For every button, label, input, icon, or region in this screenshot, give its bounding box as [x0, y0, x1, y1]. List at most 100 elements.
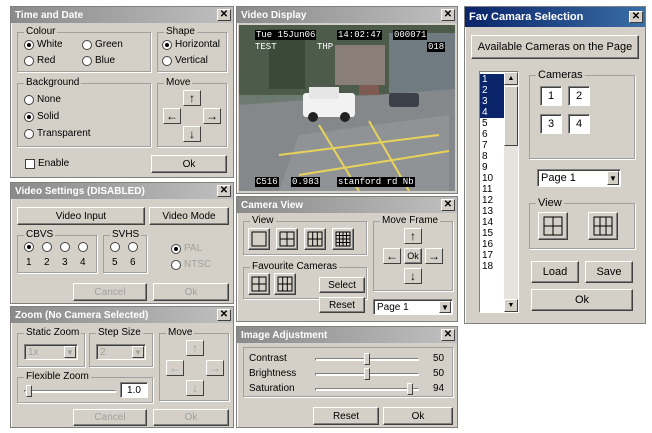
zoom-ok-button[interactable]: Ok: [153, 409, 229, 426]
zoom-up-icon[interactable]: ↑: [186, 340, 204, 356]
frame-up-icon[interactable]: ↑: [404, 228, 422, 244]
select-button[interactable]: Select: [319, 277, 365, 293]
flexible-zoom-thumb[interactable]: [26, 385, 32, 397]
available-cameras-button[interactable]: Available Cameras on the Page: [471, 35, 639, 59]
video-mode-button[interactable]: Video Mode: [149, 207, 229, 225]
image-ok-button[interactable]: Ok: [383, 407, 453, 425]
camera-slot-1[interactable]: 1: [540, 86, 562, 106]
fav-six-icon[interactable]: [274, 273, 296, 295]
scroll-down-icon[interactable]: ▼: [504, 299, 518, 312]
camera-list-item[interactable]: 9: [480, 162, 504, 173]
camera-list-item[interactable]: 14: [480, 217, 504, 228]
time-date-ok-button[interactable]: Ok: [151, 155, 227, 173]
load-button[interactable]: Load: [531, 261, 579, 283]
camera-list-item[interactable]: 11: [480, 184, 504, 195]
camera-list-item[interactable]: 10: [480, 173, 504, 184]
video-settings-ok-button[interactable]: Ok: [153, 283, 229, 301]
ntsc-radio[interactable]: NTSC: [171, 259, 211, 270]
fav-quad-icon[interactable]: [248, 273, 270, 295]
colour-red-radio[interactable]: Red: [24, 55, 55, 66]
enable-checkbox[interactable]: Enable: [25, 158, 69, 169]
camera-list-item[interactable]: 4: [480, 107, 504, 118]
scroll-up-icon[interactable]: ▲: [504, 72, 518, 85]
camera-list-item[interactable]: 17: [480, 250, 504, 261]
dropdown-arrow-icon[interactable]: ▼: [132, 346, 144, 358]
arrow-up-icon[interactable]: ↑: [183, 90, 201, 106]
arrow-down-icon[interactable]: ↓: [183, 126, 201, 142]
camera-view-page-dropdown[interactable]: Page 1 ▼: [373, 299, 453, 315]
background-solid-radio[interactable]: Solid: [24, 111, 59, 122]
frame-left-icon[interactable]: ←: [383, 248, 401, 264]
scroll-thumb[interactable]: [504, 86, 518, 146]
close-icon[interactable]: ✕: [441, 329, 455, 341]
shape-horizontal-radio[interactable]: Horizontal: [162, 39, 220, 50]
camera-list-item[interactable]: 7: [480, 140, 504, 151]
colour-blue-radio[interactable]: Blue: [82, 55, 115, 66]
camera-slot-3[interactable]: 3: [540, 114, 562, 134]
camera-list-item[interactable]: 18: [480, 261, 504, 272]
fav-camera-titlebar[interactable]: Fav Camara Selection ✕: [465, 7, 645, 27]
slider-thumb[interactable]: [364, 353, 370, 365]
colour-green-radio[interactable]: Green: [82, 39, 123, 50]
view-single-icon[interactable]: [248, 228, 270, 250]
camera-list-item[interactable]: 1: [480, 74, 504, 85]
zoom-right-icon[interactable]: →: [206, 360, 224, 376]
colour-white-radio[interactable]: White: [24, 39, 63, 50]
page-dropdown[interactable]: Page 1 ▼: [537, 169, 621, 187]
camera-list-item[interactable]: 6: [480, 129, 504, 140]
view-nine-icon[interactable]: [304, 228, 326, 250]
pal-radio[interactable]: PAL: [171, 243, 202, 254]
frame-right-icon[interactable]: →: [425, 248, 443, 264]
background-transparent-radio[interactable]: Transparent: [24, 128, 91, 139]
view-six-icon[interactable]: [588, 212, 618, 240]
slider-track[interactable]: [315, 388, 419, 391]
shape-vertical-radio[interactable]: Vertical: [162, 55, 208, 66]
camera-view-titlebar[interactable]: Camera View ✕: [237, 197, 457, 213]
camera-list-item[interactable]: 2: [480, 85, 504, 96]
dropdown-arrow-icon[interactable]: ▼: [439, 301, 451, 313]
time-date-titlebar[interactable]: Time and Date ✕: [11, 7, 233, 23]
slider-thumb[interactable]: [407, 383, 414, 395]
cbvs-2-radio[interactable]: [42, 242, 52, 252]
cbvs-3-radio[interactable]: [60, 242, 70, 252]
close-icon[interactable]: ✕: [629, 11, 643, 23]
camera-listbox[interactable]: 1 2 3 4 5 6 7 8 9 10 11 12 13 14 15 16 17 18 ▲ ▼: [479, 71, 519, 313]
reset-button[interactable]: Reset: [319, 297, 365, 313]
frame-down-icon[interactable]: ↓: [404, 268, 422, 284]
close-icon[interactable]: ✕: [217, 9, 231, 21]
svhs-5-radio[interactable]: [110, 242, 120, 252]
frame-ok-button[interactable]: Ok: [404, 248, 422, 264]
zoom-titlebar[interactable]: Zoom (No Camera Selected) ✕: [11, 307, 233, 323]
camera-slot-2[interactable]: 2: [568, 86, 590, 106]
close-icon[interactable]: ✕: [441, 9, 455, 21]
video-display-titlebar[interactable]: Video Display ✕: [237, 7, 457, 23]
flexible-zoom-track[interactable]: [24, 390, 116, 393]
list-scrollbar[interactable]: ▲ ▼: [504, 72, 518, 312]
cbvs-1-radio[interactable]: [24, 242, 34, 252]
image-adjustment-titlebar[interactable]: Image Adjustment ✕: [237, 327, 457, 343]
camera-list-item[interactable]: 8: [480, 151, 504, 162]
camera-slot-4[interactable]: 4: [568, 114, 590, 134]
camera-list-item[interactable]: 13: [480, 206, 504, 217]
camera-list-item[interactable]: 15: [480, 228, 504, 239]
zoom-down-icon[interactable]: ↓: [186, 380, 204, 396]
image-reset-button[interactable]: Reset: [313, 407, 379, 425]
svhs-6-radio[interactable]: [128, 242, 138, 252]
zoom-left-icon[interactable]: ←: [166, 360, 184, 376]
camera-list-item[interactable]: 12: [480, 195, 504, 206]
view-quad-icon[interactable]: [276, 228, 298, 250]
dropdown-arrow-icon[interactable]: ▼: [607, 171, 619, 185]
save-button[interactable]: Save: [585, 261, 633, 283]
arrow-left-icon[interactable]: ←: [163, 108, 181, 124]
fav-ok-button[interactable]: Ok: [531, 289, 633, 311]
close-icon[interactable]: ✕: [217, 185, 231, 197]
camera-list-item[interactable]: 3: [480, 96, 504, 107]
view-quad-icon[interactable]: [538, 212, 568, 240]
video-input-button[interactable]: Video Input: [17, 207, 145, 225]
close-icon[interactable]: ✕: [441, 199, 455, 211]
close-icon[interactable]: ✕: [217, 309, 231, 321]
view-sixteen-icon[interactable]: [332, 228, 354, 250]
camera-list-item[interactable]: 5: [480, 118, 504, 129]
slider-thumb[interactable]: [364, 368, 370, 380]
video-settings-cancel-button[interactable]: Cancel: [73, 283, 147, 301]
